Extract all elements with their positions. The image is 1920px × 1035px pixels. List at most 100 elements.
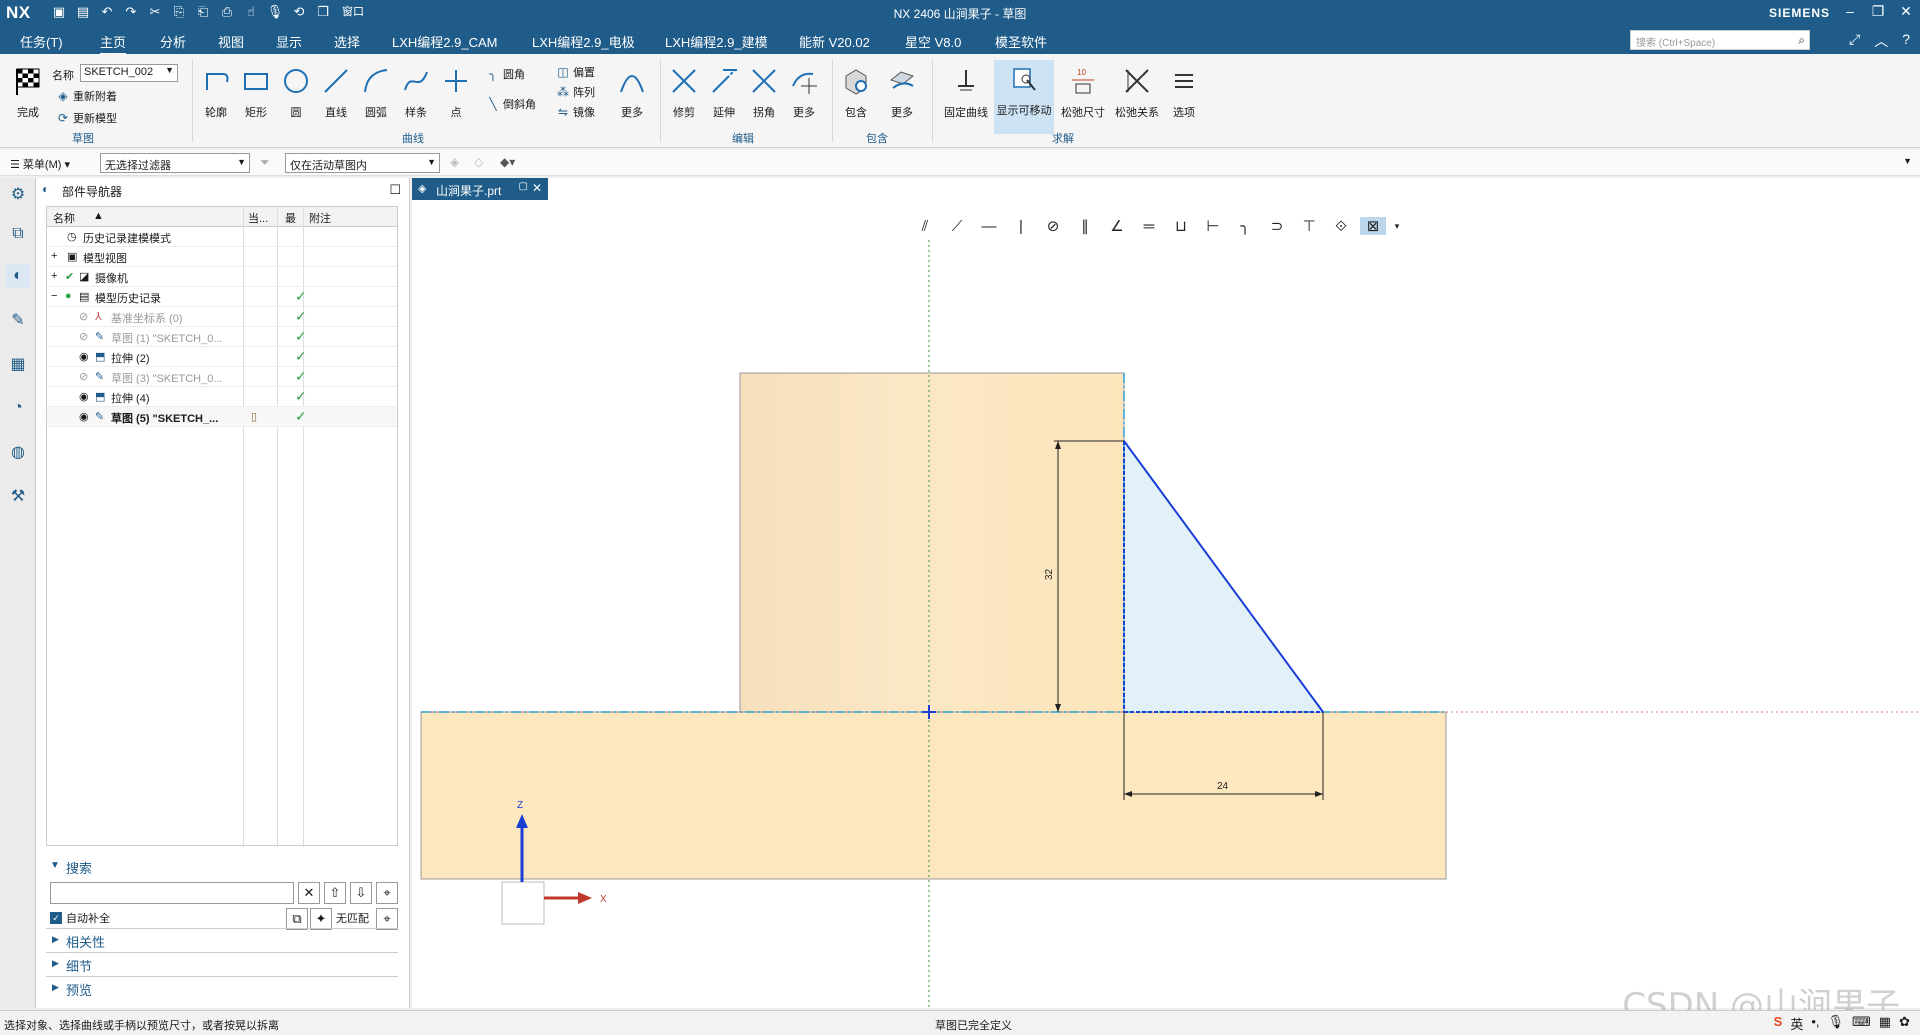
rectangle-button[interactable]: 矩形 xyxy=(236,62,276,120)
select-options-icon[interactable]: ◆▾ xyxy=(500,155,515,169)
line-button[interactable]: 直线 xyxy=(316,62,356,120)
close-tab-icon[interactable]: ✕ xyxy=(532,181,542,195)
fillet-button[interactable]: ╮ 圆角 xyxy=(486,66,525,82)
tab-lxh-electrode[interactable]: LXH编程2.9_电极 xyxy=(532,32,635,51)
hidden-eye-icon[interactable]: ⊘ xyxy=(79,330,88,343)
tree-row-extrude-2[interactable]: ◉ ⬒ 拉伸 (2) ✓ xyxy=(47,347,397,367)
tree-row-model-views[interactable]: + ▣ 模型视图 xyxy=(47,247,397,267)
reuse-library-icon[interactable]: ▦ xyxy=(6,352,30,376)
snap-icon[interactable]: ◈ xyxy=(450,155,459,169)
part-navigator-icon[interactable]: ◐ xyxy=(6,264,30,288)
ime-language-label[interactable]: 英 xyxy=(1790,1014,1803,1033)
search-panel-toggle[interactable]: ▼ 搜索 xyxy=(46,858,398,878)
hidden-eye-icon[interactable]: ⊘ xyxy=(79,310,88,323)
offset-button[interactable]: ◫ 偏置 xyxy=(556,64,595,80)
sort-ascending-icon[interactable]: ▲ xyxy=(93,210,104,222)
pin-tab-icon[interactable]: ▢ xyxy=(519,181,528,192)
assembly-navigator-icon[interactable]: ⧉ xyxy=(6,222,30,246)
selection-filter-select[interactable]: 无选择过滤器 ▼ xyxy=(100,153,250,173)
tab-nengxin[interactable]: 能新 V20.02 xyxy=(799,32,870,51)
eye-icon[interactable]: ◉ xyxy=(79,350,89,363)
relax-relation-button[interactable]: 松弛关系 xyxy=(1112,62,1162,120)
deselect-icon[interactable]: ◇ xyxy=(474,155,483,169)
tree-row-sketch-1[interactable]: ⊘ ✎ 草图 (1) "SKETCH_0... ✓ xyxy=(47,327,397,347)
arc-button[interactable]: 圆弧 xyxy=(356,62,396,120)
include-more-button[interactable]: 更多 xyxy=(882,62,922,120)
history-icon[interactable]: ◔ xyxy=(6,396,30,420)
panel-preview[interactable]: ▶ 预览 xyxy=(46,976,398,998)
upright-block-body[interactable] xyxy=(739,372,1125,713)
tab-display[interactable]: 显示 xyxy=(276,32,302,51)
tab-view[interactable]: 视图 xyxy=(218,32,244,51)
chevron-down-icon[interactable]: ▼ xyxy=(1903,156,1912,166)
tree-row-datum-csys[interactable]: ⊘ ⅄ 基准坐标系 (0) ✓ xyxy=(47,307,397,327)
finish-sketch-button[interactable]: 完成 xyxy=(8,62,48,120)
search-filter-icon[interactable]: ⧉ xyxy=(286,908,308,930)
tab-xingkong[interactable]: 星空 V8.0 xyxy=(905,32,961,51)
clear-search-icon[interactable]: ✕ xyxy=(298,882,320,904)
reattach-button[interactable]: ◈ 重新附着 xyxy=(56,88,117,104)
tab-lxh-modeling[interactable]: LXH编程2.9_建模 xyxy=(665,32,768,51)
perpendicular-icon[interactable]: ∠ xyxy=(1104,217,1130,235)
tab-mosheng[interactable]: 模圣软件 xyxy=(995,32,1047,51)
tree-row-sketch-5[interactable]: ◉ ✎ 草图 (5) "SKETCH_... ▯ ✓ xyxy=(47,407,397,427)
hidden-eye-icon[interactable]: ⊘ xyxy=(79,370,88,383)
corner-button[interactable]: 拐角 xyxy=(744,62,784,120)
tangent-icon[interactable]: ⊘ xyxy=(1040,217,1066,235)
spline-button[interactable]: 样条 xyxy=(396,62,436,120)
close-icon[interactable]: ✕ xyxy=(1898,3,1914,20)
tab-lxh-cam[interactable]: LXH编程2.9_CAM xyxy=(392,32,497,51)
restore-icon[interactable]: ❐ xyxy=(1870,3,1886,20)
horizontal-align-icon[interactable]: ⊢ xyxy=(1200,217,1226,235)
minimize-icon[interactable]: – xyxy=(1842,3,1858,20)
match-icon[interactable]: ⌖ xyxy=(376,908,398,930)
punctuation-icon[interactable]: •, xyxy=(1811,1014,1819,1033)
show-movable-button[interactable]: 显示可移动 xyxy=(994,60,1054,134)
equal-length-icon[interactable]: ═ xyxy=(1136,218,1162,235)
tree-row-cameras[interactable]: + ✔ ◪ 摄像机 xyxy=(47,267,397,287)
profile-button[interactable]: 轮廓 xyxy=(196,62,236,120)
sketch-navigator-icon[interactable]: ✎ xyxy=(6,308,30,332)
tab-select[interactable]: 选择 xyxy=(334,32,360,51)
concentric-icon[interactable]: ⊃ xyxy=(1264,217,1290,235)
search-options-icon[interactable]: ⌖ xyxy=(376,882,398,904)
pattern-button[interactable]: ⁂ 阵列 xyxy=(556,84,595,100)
menu-button[interactable]: ☰ 菜单(M) ▾ xyxy=(10,156,70,172)
eye-icon[interactable]: ◉ xyxy=(79,390,89,403)
base-plate-body[interactable] xyxy=(420,711,1447,880)
midpoint-icon[interactable]: ⊔ xyxy=(1168,217,1194,235)
web-browser-icon[interactable]: ◍ xyxy=(6,440,30,464)
chevron-down-icon[interactable]: ▾ xyxy=(1392,221,1402,232)
trim-button[interactable]: 修剪 xyxy=(664,62,704,120)
graphics-window[interactable]: 32 24 Z X ◈ 山涧果子.prt ▢ ✕ ⫽ ⟋ — | ⊘ ∥ ∠ ═… xyxy=(412,178,1920,1008)
relax-constraints-icon[interactable]: ⊠ xyxy=(1360,217,1386,235)
column-latest[interactable]: 最 xyxy=(285,210,296,226)
sogou-ime-icon[interactable]: S xyxy=(1774,1014,1783,1033)
panel-dependencies[interactable]: ▶ 相关性 xyxy=(46,928,398,950)
column-name[interactable]: 名称 xyxy=(53,210,75,226)
fullscreen-icon[interactable]: ⤢ xyxy=(1849,31,1860,51)
navigator-search-input[interactable] xyxy=(50,882,294,904)
vertical-dimension-value[interactable]: 32 xyxy=(1044,568,1055,580)
help-icon[interactable]: ? xyxy=(1902,31,1910,51)
chamfer-button[interactable]: ╲ 倒斜角 xyxy=(486,96,536,112)
relax-dimension-button[interactable]: 10 松弛尺寸 xyxy=(1058,62,1108,120)
point-on-curve-icon[interactable]: ⟋ xyxy=(944,218,970,235)
eye-icon[interactable]: ◉ xyxy=(79,410,89,423)
expand-icon[interactable]: + xyxy=(51,250,57,262)
fixed-icon[interactable]: ⊤ xyxy=(1296,217,1322,235)
arrow-down-icon[interactable]: ⇩ xyxy=(350,882,372,904)
vertical-icon[interactable]: | xyxy=(1008,218,1034,235)
extend-button[interactable]: 延伸 xyxy=(704,62,744,120)
panel-details[interactable]: ▶ 细节 xyxy=(46,952,398,974)
autofill-checkbox[interactable]: ✓ 自动补全 xyxy=(50,910,110,926)
skin-icon[interactable]: ✿ xyxy=(1899,1014,1910,1033)
collapse-ribbon-icon[interactable]: ︿ xyxy=(1874,31,1888,51)
highlight-icon[interactable]: ✦ xyxy=(310,908,332,930)
parallel-icon[interactable]: ∥ xyxy=(1072,217,1098,235)
horizontal-dimension-value[interactable]: 24 xyxy=(1217,781,1229,792)
sketch-canvas[interactable]: 32 24 Z X xyxy=(412,178,1920,1008)
tab-tasks[interactable]: 任务(T) xyxy=(20,32,63,51)
command-search-input[interactable]: 搜索 (Ctrl+Space) ⌕ xyxy=(1630,30,1810,50)
coincident-icon[interactable]: ⫽ xyxy=(912,218,938,235)
